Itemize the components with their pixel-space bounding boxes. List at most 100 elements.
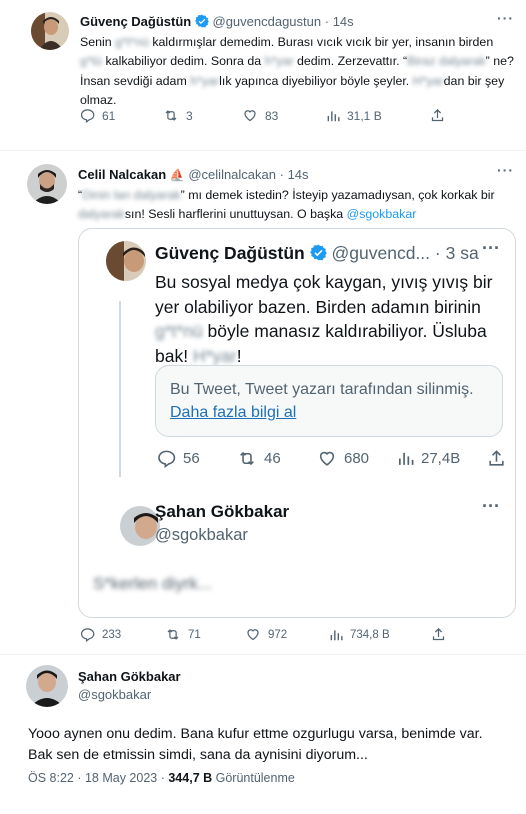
thread-line xyxy=(119,301,121,477)
divider xyxy=(0,654,526,655)
author-handle[interactable]: @celilnalcakan xyxy=(188,167,276,182)
tweet-text-line: Yooo aynen onu dedim. Bana kufur ettme o… xyxy=(28,726,483,742)
author-handle[interactable]: @sgokbakar xyxy=(155,526,248,545)
views-button[interactable]: 734,8 B xyxy=(329,628,431,642)
views-button[interactable]: 27,4B xyxy=(397,450,487,467)
reply-count: 61 xyxy=(102,108,116,123)
views-button[interactable]: 31,1 B xyxy=(326,109,430,123)
heart-icon xyxy=(319,451,335,466)
text-segment: lık yapınca diyebiliyor böyle şeyler. xyxy=(219,73,413,88)
censored-word: h*yar xyxy=(264,54,294,69)
heart-icon xyxy=(247,629,259,641)
text-segment: kalkabiliyor dedim. Sonra da xyxy=(102,54,265,69)
tweet-text: “Dinin lan dalyarak” mı demek istedin? İ… xyxy=(78,186,518,224)
tweet-header: Celil Nalcakan ⛵ @celilnalcakan · 14s xyxy=(78,167,309,182)
censored-word: g*tü xyxy=(80,54,103,69)
author-name[interactable]: Güvenç Dağüstün xyxy=(155,243,305,263)
like-count: 972 xyxy=(268,628,288,641)
text-segment: sın! Sesli harflerini unuttuysan. O başk… xyxy=(124,207,347,221)
more-icon[interactable]: ··· xyxy=(497,162,514,178)
censored-word: Biraz dalyarak xyxy=(407,54,486,69)
text-segment: kaldırmışlar demedim. Burası vıcık vıcık… xyxy=(148,35,494,49)
inner-tweet[interactable]: Şahan Gökbakar @sgokbakar ··· S*kerlen d… xyxy=(93,494,503,604)
heart-icon xyxy=(244,110,256,122)
deleted-notice-text: Bu Tweet, Tweet yazarı tarafından silinm… xyxy=(170,381,474,398)
like-button[interactable]: 83 xyxy=(242,108,326,123)
reply-count: 56 xyxy=(183,450,200,467)
reply-count: 233 xyxy=(102,628,122,641)
views-icon xyxy=(398,452,414,465)
views-count: 31,1 B xyxy=(347,108,382,123)
author-handle[interactable]: @guvencd... xyxy=(332,243,431,263)
retweet-button[interactable]: 71 xyxy=(165,627,245,642)
learn-more-link[interactable]: Daha fazla bilgi al xyxy=(170,404,296,421)
tweet-timestamp[interactable]: ÖS 8:22 · 18 May 2023 · xyxy=(28,771,168,785)
author-name[interactable]: Güvenç Dağüstün xyxy=(80,14,191,29)
more-icon[interactable]: ··· xyxy=(497,10,514,26)
views-count: 27,4B xyxy=(421,450,461,467)
retweet-icon xyxy=(240,451,254,466)
author-name[interactable]: Şahan Gökbakar xyxy=(78,669,181,684)
retweet-icon xyxy=(167,629,179,640)
retweet-button[interactable]: 46 xyxy=(237,449,317,468)
reply-icon xyxy=(158,450,176,468)
inner-tweet-text: S*kerlen diyrk... xyxy=(93,574,213,593)
like-count: 680 xyxy=(344,450,370,467)
author-name[interactable]: Şahan Gökbakar xyxy=(155,502,289,522)
share-button[interactable] xyxy=(430,108,445,123)
views-count: 734,8 B xyxy=(350,628,390,641)
censored-word: H*yar xyxy=(192,345,237,366)
retweet-count: 3 xyxy=(186,108,193,123)
quoted-tweet-text: Bu sosyal medya çok kaygan, yıvış yıvış … xyxy=(155,270,505,368)
quoted-tweet-card[interactable]: Güvenç Dağüstün @guvencd... · 3 sa ··· B… xyxy=(78,228,516,618)
tweet-time[interactable]: 3 sa xyxy=(446,243,479,263)
tweet-text-line: Bak sen de etmissin simdi, sana da aynis… xyxy=(28,746,368,763)
like-count: 83 xyxy=(265,108,279,123)
text-segment: ! xyxy=(236,345,242,366)
share-icon xyxy=(432,627,445,641)
share-icon xyxy=(431,108,444,122)
tweet-sahan: Şahan Gökbakar @sgokbakar Yooo aynen onu… xyxy=(0,658,526,814)
more-icon[interactable]: ··· xyxy=(482,238,500,259)
tweet-header: Güvenç Dağüstün @guvencdagustun · 14s xyxy=(80,14,354,31)
censored-word: dalyarak xyxy=(78,207,125,221)
reply-button[interactable]: 233 xyxy=(80,627,165,642)
share-icon xyxy=(489,450,504,466)
quoted-tweet-header: Güvenç Dağüstün @guvencd... · 3 sa xyxy=(155,243,479,266)
divider xyxy=(0,150,526,151)
reply-button[interactable]: 56 xyxy=(157,449,237,468)
retweet-icon xyxy=(165,110,177,121)
censored-word: h*yar xyxy=(190,73,220,88)
views-icon xyxy=(327,110,340,121)
censored-word: g*t*nü xyxy=(115,35,149,49)
tweet-time[interactable]: 14s xyxy=(333,14,354,29)
reply-button[interactable]: 61 xyxy=(80,108,163,123)
tweet-meta: ÖS 8:22 · 18 May 2023 · 344,7 B Görüntül… xyxy=(28,771,295,785)
avatar[interactable] xyxy=(106,241,146,281)
censored-word: H*yar xyxy=(412,73,444,88)
avatar[interactable] xyxy=(120,506,160,546)
retweet-count: 46 xyxy=(264,450,281,467)
avatar[interactable] xyxy=(27,164,67,204)
retweet-button[interactable]: 3 xyxy=(163,108,242,123)
censored-word: g*t*nü xyxy=(155,321,203,341)
reply-icon xyxy=(80,109,95,123)
like-button[interactable]: 972 xyxy=(245,627,329,642)
more-icon[interactable]: ··· xyxy=(482,496,500,517)
tweet-time[interactable]: 14s xyxy=(288,167,309,182)
share-button[interactable] xyxy=(487,449,506,468)
text-segment: ” mı demek istedin? İsteyip yazamadıysan… xyxy=(180,188,495,202)
tweet-actions: 233 71 972 734,8 B xyxy=(80,627,446,642)
verified-badge-icon xyxy=(194,14,209,31)
avatar[interactable] xyxy=(31,12,69,50)
author-handle[interactable]: @sgokbakar xyxy=(78,687,151,702)
like-button[interactable]: 680 xyxy=(317,449,397,468)
mention-link[interactable]: @sgokbakar xyxy=(347,207,417,221)
text-segment: Senin xyxy=(80,35,116,49)
text-segment: dedim. Zerzevattır. “ xyxy=(293,54,408,69)
share-button[interactable] xyxy=(431,627,446,642)
author-name[interactable]: Celil Nalcakan xyxy=(78,167,166,182)
censored-word: Dinin lan dalyarak xyxy=(82,188,181,202)
author-handle[interactable]: @guvencdagustun xyxy=(213,14,322,29)
avatar[interactable] xyxy=(26,665,68,707)
